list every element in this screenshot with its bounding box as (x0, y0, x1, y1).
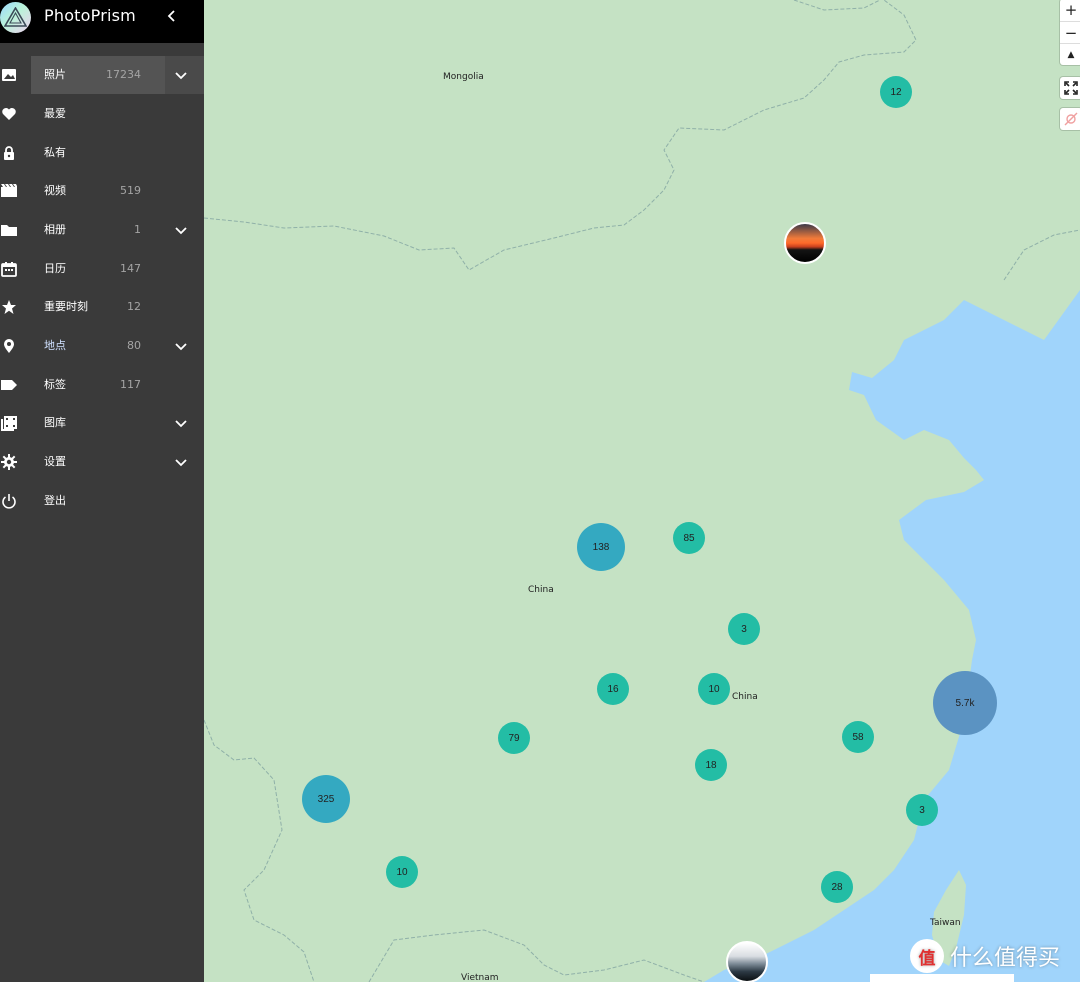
photo-cluster[interactable]: 28 (821, 871, 853, 903)
chevron-down-icon[interactable] (174, 416, 188, 430)
sidebar-item-count: 80 (127, 339, 141, 352)
sidebar-item-logout[interactable]: 登出 (0, 482, 204, 520)
watermark: 值 什么值得买 (910, 938, 1060, 974)
fullscreen-icon (1064, 81, 1078, 95)
gear-icon (1, 454, 17, 470)
photo-cluster[interactable]: 10 (386, 856, 418, 888)
sidebar-item-label: 日历 (44, 262, 66, 275)
map-base-layer (204, 0, 1080, 982)
photo-cluster[interactable]: 58 (842, 721, 874, 753)
map-attribution (870, 974, 1014, 982)
photo-cluster[interactable]: 325 (302, 775, 350, 823)
photoprism-logo[interactable] (0, 2, 31, 33)
sidebar-item-albums[interactable]: 相册 1 (0, 211, 204, 249)
calendar-icon (1, 262, 17, 277)
lock-icon (4, 146, 14, 160)
video-icon (1, 184, 17, 197)
chevron-down-icon[interactable] (174, 68, 188, 82)
photo-marker[interactable] (726, 941, 768, 982)
sidebar-item-calendar[interactable]: 日历 147 (0, 250, 204, 288)
photo-cluster[interactable]: 16 (597, 673, 629, 705)
photo-cluster[interactable]: 5.7k (933, 671, 997, 735)
sidebar-item-count: 519 (120, 184, 141, 197)
collapse-sidebar-button[interactable] (162, 6, 182, 28)
map-label-taiwan: Taiwan (930, 918, 961, 928)
locate-control (1060, 108, 1080, 130)
power-icon (2, 494, 16, 509)
heart-icon (2, 108, 16, 120)
image-icon (2, 69, 16, 81)
photo-cluster[interactable]: 12 (880, 76, 912, 108)
sidebar-item-count: 147 (120, 262, 141, 275)
sidebar-item-count: 12 (127, 300, 141, 313)
map-view[interactable]: Mongolia China China Taiwan Vietnam 12 1… (204, 0, 1080, 982)
map-label-china-2: China (732, 692, 758, 702)
photo-cluster[interactable]: 3 (728, 613, 760, 645)
locate-disabled-icon (1064, 112, 1078, 126)
fullscreen-control (1060, 77, 1080, 99)
photo-cluster[interactable]: 79 (498, 722, 530, 754)
sidebar-item-settings[interactable]: 设置 (0, 443, 204, 481)
sidebar-item-videos[interactable]: 视频 519 (0, 172, 204, 210)
chevron-down-icon[interactable] (174, 455, 188, 469)
sidebar-item-favorites[interactable]: 最爱 (0, 95, 204, 133)
sidebar-item-label: 地点 (44, 339, 66, 352)
sidebar-item-label: 私有 (44, 146, 66, 159)
photo-marker[interactable] (784, 222, 826, 264)
zoom-in-button[interactable]: + (1060, 0, 1080, 21)
map-label-china: China (528, 585, 554, 595)
photo-cluster[interactable]: 85 (673, 522, 705, 554)
sidebar-item-label: 重要时刻 (44, 300, 88, 313)
star-icon (2, 300, 16, 314)
compass-icon: ▲ (1067, 49, 1075, 60)
chevron-down-icon[interactable] (174, 223, 188, 237)
sidebar-item-label: 图库 (44, 416, 66, 429)
sidebar-item-places[interactable]: 地点 80 (0, 327, 204, 365)
sidebar-item-label: 相册 (44, 223, 66, 236)
sidebar-item-labels[interactable]: 标签 117 (0, 366, 204, 404)
sidebar-item-count: 117 (120, 378, 141, 391)
label-icon (1, 380, 17, 390)
library-icon (1, 416, 17, 431)
sidebar-item-photos[interactable]: 照片 17234 (0, 56, 204, 94)
folder-icon (1, 225, 17, 236)
sidebar-item-private[interactable]: 私有 (0, 134, 204, 172)
zoom-control: + − ▲ (1060, 0, 1080, 65)
watermark-logo-icon: 值 (910, 939, 944, 973)
sidebar-item-label: 最爱 (44, 107, 66, 120)
map-label-vietnam: Vietnam (461, 973, 499, 982)
sidebar-item-label: 登出 (44, 494, 66, 507)
watermark-text: 什么值得买 (950, 946, 1061, 971)
sidebar-item-moments[interactable]: 重要时刻 12 (0, 288, 204, 326)
sidebar-item-count: 1 (134, 223, 141, 236)
app-title: PhotoPrism (44, 6, 136, 25)
fullscreen-button[interactable] (1060, 77, 1080, 99)
locate-button[interactable] (1060, 108, 1080, 130)
sidebar-header: PhotoPrism (0, 0, 204, 43)
zoom-out-button[interactable]: − (1060, 21, 1080, 43)
sidebar-item-library[interactable]: 图库 (0, 404, 204, 442)
compass-button[interactable]: ▲ (1060, 43, 1080, 65)
chevron-down-icon[interactable] (174, 339, 188, 353)
photo-cluster[interactable]: 3 (906, 794, 938, 826)
sidebar-item-count: 17234 (106, 68, 141, 81)
app-window: PhotoPrism 照片 17234 最爱 私有 视频 519 相册 1 日历… (0, 0, 1080, 982)
sidebar-item-label: 设置 (44, 455, 66, 468)
sidebar-item-label: 照片 (44, 68, 66, 81)
photo-cluster[interactable]: 10 (698, 673, 730, 705)
map-label-mongolia: Mongolia (443, 72, 484, 82)
sidebar-item-label: 视频 (44, 184, 66, 197)
chevron-left-icon (167, 10, 175, 22)
photo-cluster[interactable]: 138 (577, 523, 625, 571)
place-icon (4, 339, 14, 353)
sidebar-item-label: 标签 (44, 378, 66, 391)
sidebar: PhotoPrism 照片 17234 最爱 私有 视频 519 相册 1 日历… (0, 0, 204, 982)
photo-cluster[interactable]: 18 (695, 749, 727, 781)
